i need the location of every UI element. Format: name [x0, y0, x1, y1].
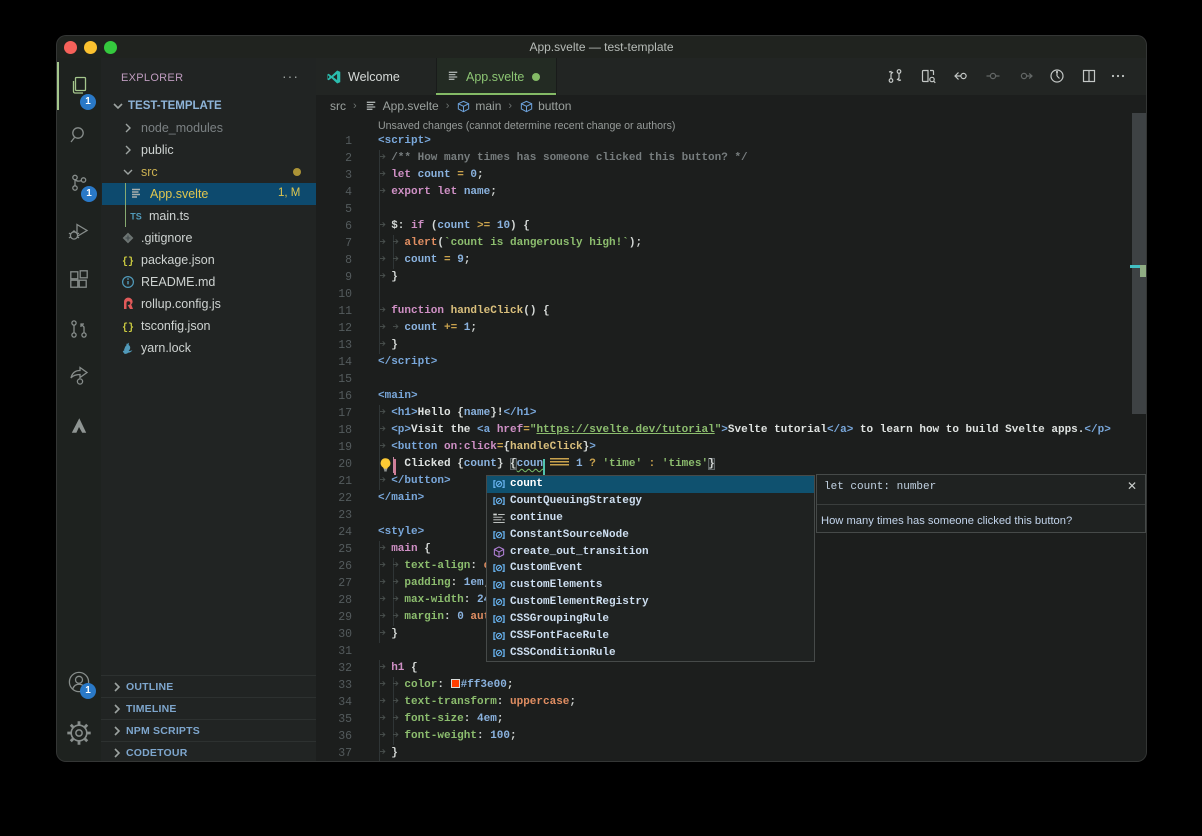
svg-text:TS: TS: [130, 212, 142, 222]
svg-text:{}: {}: [122, 322, 134, 334]
svg-text:{}: {}: [122, 256, 134, 268]
